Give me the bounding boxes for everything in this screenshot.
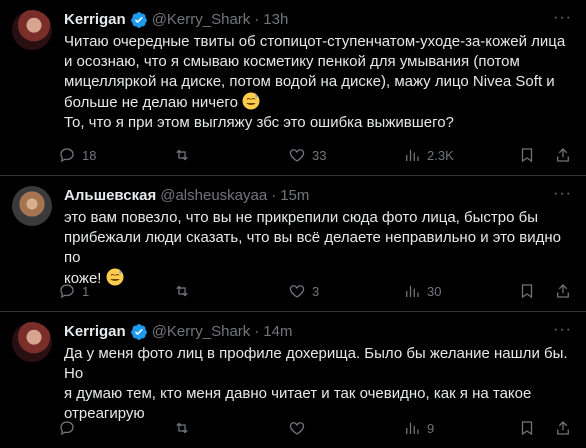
author-handle[interactable]: @alsheuskayaa (160, 186, 267, 206)
tweet-text-line: это вам повезло, что вы не прикрепили сю… (64, 209, 538, 226)
tweet[interactable]: Kerrigan @Kerry_Shark · 14m ··· Да у мен… (0, 312, 586, 448)
repost-icon (176, 285, 188, 297)
tweet-text-line: мицелляркой на диске, потом водой на дис… (64, 73, 555, 90)
views-button[interactable]: 30 (403, 282, 518, 300)
tweet-text: Да у меня фото лиц в профиле дохерища. Б… (64, 344, 570, 424)
author-name[interactable]: Альшевская (64, 186, 156, 206)
timestamp[interactable]: 14m (263, 322, 292, 342)
repost-button[interactable] (173, 419, 288, 437)
author-handle[interactable]: @Kerry_Shark (152, 10, 251, 30)
sweat-smile-emoji-icon (242, 92, 260, 110)
share-icon[interactable] (554, 419, 572, 437)
tweet-text-line: больше не делаю ничего (64, 94, 238, 111)
tweet-text-line: и осознаю, что я смываю косметику пенкой… (64, 53, 520, 70)
tweet-text-line: прибежали люди сказать, что вы всё делае… (64, 229, 566, 266)
tweet-actions: 18 33 2.3K (58, 145, 572, 165)
reply-button[interactable]: 18 (58, 146, 173, 164)
avatar[interactable] (12, 186, 52, 226)
verified-badge-icon (130, 12, 147, 28)
tweet-header: Альшевская @alsheuskayaa · 15m (64, 186, 570, 206)
verified-badge-icon (130, 324, 147, 340)
avatar[interactable] (12, 322, 52, 362)
views-chart-icon (406, 422, 419, 434)
tweet-text-line: Да у меня фото лиц в профиле дохерища. Б… (64, 345, 572, 382)
reply-count: 18 (82, 147, 97, 163)
view-count: 9 (427, 420, 435, 436)
views-chart-icon (406, 149, 419, 161)
reply-count: 1 (82, 283, 90, 299)
timestamp[interactable]: 15m (280, 186, 309, 206)
reply-icon (60, 284, 74, 299)
tweet-actions: 9 (58, 418, 572, 438)
tweet-secondary-actions (518, 282, 572, 300)
tweet-text-line: То, что я при этом выгляжу збс это ошибк… (64, 114, 454, 131)
view-count: 2.3K (427, 147, 454, 163)
reply-icon (60, 148, 74, 163)
like-count: 3 (312, 283, 320, 299)
bookmark-icon[interactable] (518, 146, 536, 164)
timestamp[interactable]: 13h (263, 10, 288, 30)
heart-icon (289, 422, 305, 435)
view-count: 30 (427, 283, 442, 299)
bookmark-icon[interactable] (518, 419, 536, 437)
author-name[interactable]: Kerrigan (64, 10, 126, 30)
like-button[interactable]: 3 (288, 282, 403, 300)
views-button[interactable]: 9 (403, 419, 518, 437)
tweet-actions: 1 3 30 (58, 281, 572, 301)
tweet-text: Читаю очередные твиты об стопицот-ступен… (64, 32, 570, 133)
tweet-text-line: я думаю тем, кто меня давно читает и так… (64, 385, 532, 402)
more-options-icon[interactable]: ··· (553, 322, 572, 338)
reply-button[interactable] (58, 419, 173, 437)
share-icon[interactable] (554, 146, 572, 164)
like-button[interactable]: 33 (288, 146, 403, 164)
heart-icon (289, 149, 305, 162)
reply-icon (60, 421, 74, 436)
tweet-text: это вам повезло, что вы не прикрепили сю… (64, 208, 570, 289)
bookmark-icon[interactable] (518, 282, 536, 300)
views-button[interactable]: 2.3K (403, 146, 518, 164)
tweet-header: Kerrigan @Kerry_Shark · 13h (64, 10, 570, 30)
more-options-icon[interactable]: ··· (553, 186, 572, 202)
like-button[interactable] (288, 419, 403, 437)
views-chart-icon (406, 285, 419, 297)
tweet-text-line: Читаю очередные твиты об стопицот-ступен… (64, 33, 566, 50)
separator-dot: · (271, 187, 277, 204)
separator-dot: · (254, 11, 260, 28)
tweet-header: Kerrigan @Kerry_Shark · 14m (64, 322, 570, 342)
repost-icon (176, 149, 188, 161)
avatar[interactable] (12, 10, 52, 50)
heart-icon (289, 285, 305, 298)
reply-button[interactable]: 1 (58, 282, 173, 300)
tweet[interactable]: Альшевская @alsheuskayaa · 15m ··· это в… (0, 176, 586, 312)
separator-dot: · (254, 323, 260, 340)
repost-button[interactable] (173, 282, 288, 300)
more-options-icon[interactable]: ··· (553, 10, 572, 26)
tweet-secondary-actions (518, 146, 572, 164)
repost-icon (176, 422, 188, 434)
like-count: 33 (312, 147, 327, 163)
share-icon[interactable] (554, 282, 572, 300)
tweet[interactable]: Kerrigan @Kerry_Shark · 13h ··· Читаю оч… (0, 0, 586, 176)
repost-button[interactable] (173, 146, 288, 164)
tweet-secondary-actions (518, 419, 572, 437)
author-handle[interactable]: @Kerry_Shark (152, 322, 251, 342)
author-name[interactable]: Kerrigan (64, 322, 126, 342)
